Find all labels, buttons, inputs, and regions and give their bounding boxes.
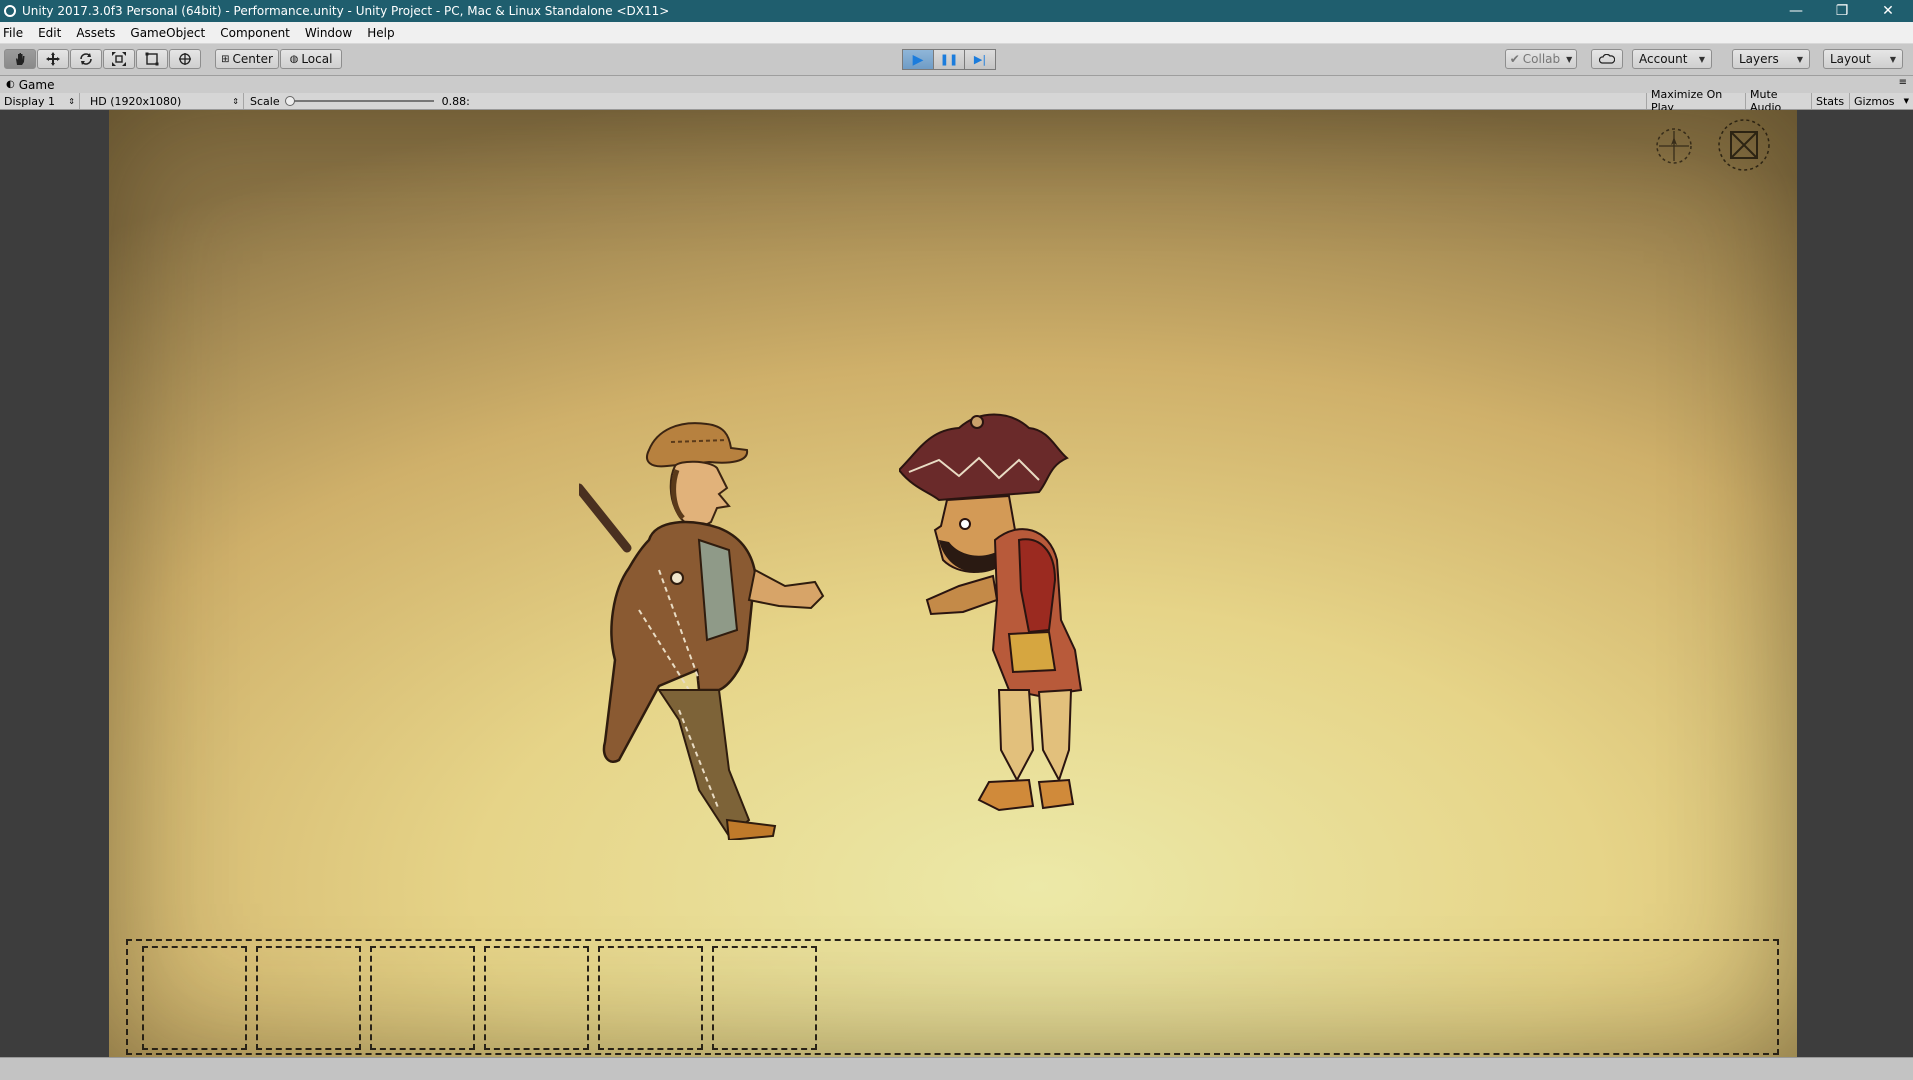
layout-dropdown[interactable]: Layout ▼ [1823, 49, 1903, 69]
menu-bar: File Edit Assets GameObject Component Wi… [0, 22, 1913, 44]
pivot-center-button[interactable]: ⊞ Center [215, 49, 279, 69]
rotate-tool-button[interactable] [70, 49, 102, 69]
rotate-icon [80, 53, 92, 65]
pause-button[interactable]: ❚❚ [933, 49, 965, 70]
window-title: Unity 2017.3.0f3 Personal (64bit) - Perf… [22, 4, 670, 18]
hand-tool-button[interactable] [4, 49, 36, 69]
resolution-label: HD (1920x1080) [90, 94, 182, 108]
puppet-figure-karagoz[interactable] [899, 400, 1139, 830]
cloud-button[interactable] [1591, 49, 1623, 69]
restore-button[interactable]: ❐ [1819, 0, 1865, 22]
chevron-down-icon: ▼ [1903, 97, 1909, 105]
step-button[interactable]: ▶| [964, 49, 996, 70]
menu-file[interactable]: File [0, 26, 31, 40]
account-dropdown[interactable]: Account ▼ [1632, 49, 1712, 69]
game-controls-bar: Display 1 ⇕ HD (1920x1080) ⇕ Scale 0.88:… [0, 88, 1913, 114]
puppet-figure-gentleman[interactable] [579, 390, 839, 840]
tab-game-label: Game [18, 77, 55, 92]
collab-dropdown[interactable]: ✔ Collab ▼ [1505, 49, 1577, 69]
puppet-slot-6[interactable] [712, 946, 817, 1050]
game-tab-bar: ◐ Game ≡ [0, 76, 1913, 94]
scale-value: 0.88: [441, 94, 470, 108]
step-icon: ▶| [973, 53, 987, 66]
puppet-slot-3[interactable] [370, 946, 475, 1050]
transform-icon [179, 53, 191, 65]
updown-icon: ⇕ [232, 96, 239, 106]
restore-icon: ❐ [1835, 3, 1849, 19]
puppet-slot-1[interactable] [142, 946, 247, 1050]
account-label: Account [1639, 52, 1688, 66]
menu-help[interactable]: Help [364, 26, 402, 40]
rect-tool-button[interactable] [136, 49, 168, 69]
tab-menu-icon[interactable]: ≡ [1899, 77, 1907, 88]
tab-game[interactable]: ◐ Game [0, 76, 64, 93]
fullscreen-icon[interactable] [1716, 117, 1772, 173]
scale-tool-button[interactable] [103, 49, 135, 69]
chevron-down-icon: ▼ [1796, 54, 1803, 64]
layers-dropdown[interactable]: Layers ▼ [1732, 49, 1810, 69]
move-tool-button[interactable] [37, 49, 69, 69]
rect-icon [145, 52, 159, 66]
main-toolbar: ⊞ Center ◍ Local ▶ ❚❚ ▶| ✔ Collab ▼ Account ▼… [0, 44, 1913, 76]
chevron-down-icon: ▼ [1889, 54, 1896, 64]
compass-icon[interactable] [1653, 125, 1695, 167]
minimize-button[interactable]: — [1773, 0, 1819, 22]
menu-window[interactable]: Window [302, 26, 360, 40]
play-button[interactable]: ▶ [902, 49, 934, 70]
collab-check-icon: ✔ [1509, 52, 1520, 66]
puppet-slot-4[interactable] [484, 946, 589, 1050]
transform-tool-button[interactable] [169, 49, 201, 69]
window-titlebar: Unity 2017.3.0f3 Personal (64bit) - Perf… [0, 0, 1913, 22]
display-dropdown[interactable]: Display 1 ⇕ [0, 93, 80, 109]
layout-label: Layout [1830, 52, 1871, 66]
scale-icon [112, 52, 126, 66]
maximize-on-play-toggle[interactable]: Maximize On Play [1646, 88, 1746, 114]
minimize-icon: — [1789, 3, 1803, 19]
menu-assets[interactable]: Assets [73, 26, 123, 40]
menu-edit[interactable]: Edit [35, 26, 69, 40]
game-pacman-icon: ◐ [6, 79, 15, 90]
game-stage [109, 110, 1797, 1057]
updown-icon: ⇕ [68, 96, 75, 106]
close-icon: ✕ [1882, 3, 1894, 19]
pause-icon: ❚❚ [939, 53, 959, 66]
cloud-icon [1599, 54, 1615, 64]
menu-component[interactable]: Component [217, 26, 298, 40]
chevron-down-icon: ▼ [1566, 54, 1573, 64]
menu-gameobject[interactable]: GameObject [127, 26, 213, 40]
layers-label: Layers [1739, 52, 1779, 66]
scale-control: Scale 0.88: [246, 93, 476, 109]
unity-logo-icon [4, 5, 16, 17]
puppet-slot-5[interactable] [598, 946, 703, 1050]
pivot-icon: ⊞ [221, 53, 230, 65]
game-viewport [0, 110, 1913, 1057]
mute-audio-toggle[interactable]: Mute Audio [1746, 88, 1812, 114]
pivot-local-button[interactable]: ◍ Local [280, 49, 342, 69]
space-label: Local [301, 52, 333, 66]
puppet-slot-2[interactable] [256, 946, 361, 1050]
globe-icon: ◍ [289, 53, 299, 65]
scale-slider-track[interactable] [284, 96, 434, 106]
chevron-down-icon: ▼ [1698, 54, 1705, 64]
gizmos-dropdown[interactable]: Gizmos ▼ [1850, 93, 1913, 109]
stats-label: Stats [1816, 94, 1845, 108]
display-label: Display 1 [4, 94, 56, 108]
stats-toggle[interactable]: Stats [1812, 93, 1850, 109]
pivot-label: Center [232, 52, 273, 66]
resolution-dropdown[interactable]: HD (1920x1080) ⇕ [86, 93, 244, 109]
scale-slider-thumb[interactable] [284, 96, 295, 106]
collab-label: Collab [1522, 52, 1561, 66]
status-bar [0, 1057, 1913, 1080]
move-icon [46, 52, 60, 66]
hand-icon [16, 53, 25, 65]
scale-label: Scale [250, 94, 280, 108]
close-button[interactable]: ✕ [1865, 0, 1911, 22]
gizmos-label: Gizmos [1854, 94, 1895, 108]
play-icon: ▶ [912, 51, 924, 68]
